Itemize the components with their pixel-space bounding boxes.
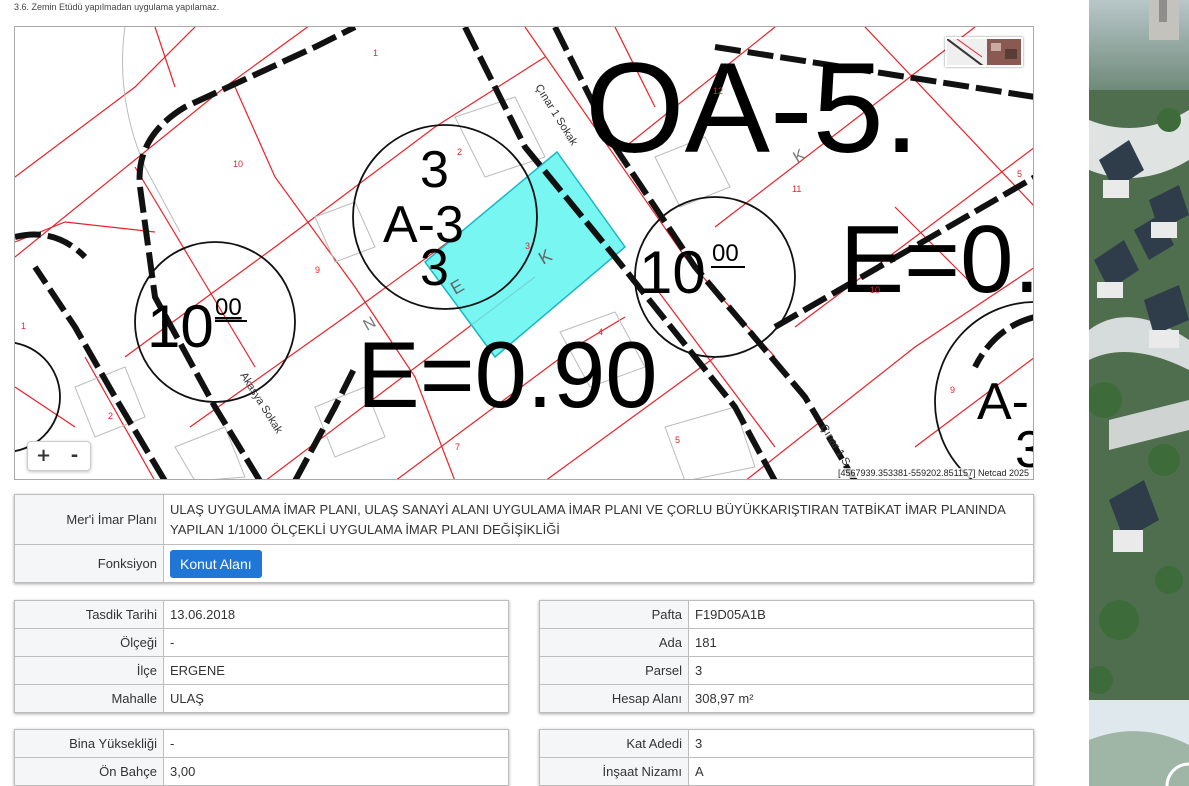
svg-text:3: 3	[525, 241, 530, 251]
street-cinar-2: Çınar 1 S	[817, 422, 852, 468]
mahalle-value: ULAŞ	[163, 684, 509, 713]
basemap-switcher-thumbnail[interactable]	[945, 37, 1023, 67]
density-label-right: E=0.	[840, 206, 1034, 313]
ada-label: Ada	[539, 628, 689, 657]
svg-text:9: 9	[315, 265, 320, 275]
kat-adedi-value: 3	[688, 729, 1034, 758]
svg-text:1: 1	[21, 321, 26, 331]
left-details-table: Tasdik Tarihi 13.06.2018 Ölçeği - İlçe ERGE…	[14, 600, 509, 713]
svg-text:1: 1	[373, 48, 378, 58]
zemin-etudu-note: 3.6. Zemin Etüdü yapılmadan uygulama yap…	[14, 2, 220, 12]
height-label-right: 10	[639, 239, 706, 306]
zoning-map[interactable]: OA-5. E=0. E=0.90 10 00 10 00 3 A-3 3 A-…	[14, 26, 1034, 480]
side-banner-image[interactable]	[1089, 0, 1189, 786]
pafta-label: Pafta	[539, 600, 689, 629]
map-canvas[interactable]: OA-5. E=0. E=0.90 10 00 10 00 3 A-3 3 A-…	[15, 27, 1034, 480]
street-cinar: Çınar 1 Sokak	[532, 82, 579, 148]
tasdik-value: 13.06.2018	[163, 600, 509, 629]
bina-yuksekligi-label: Bina Yüksekliği	[14, 729, 164, 758]
svg-text:2: 2	[108, 411, 113, 421]
zoom-out-button[interactable]: -	[59, 442, 90, 470]
svg-text:10: 10	[233, 159, 243, 169]
svg-text:7: 7	[455, 442, 460, 452]
on-bahce-label: Ön Bahçe	[14, 757, 164, 786]
svg-text:4: 4	[598, 327, 603, 337]
circle-a-top: 3	[420, 141, 449, 199]
ilce-label: İlçe	[14, 656, 164, 685]
map-coordinates: [4567939.353381-559202.851157] Netcad 20…	[835, 468, 1031, 478]
ilce-value: ERGENE	[163, 656, 509, 685]
street-akasya: Akasya Sokak	[237, 370, 284, 436]
parsel-label: Parsel	[539, 656, 689, 685]
on-bahce-value: 3,00	[163, 757, 509, 786]
imar-plan-value: ULAŞ UYGULAMA İMAR PLANI, ULAŞ SANAYİ AL…	[163, 494, 1034, 545]
ada-value: 181	[688, 628, 1034, 657]
hesap-alani-value: 308,97 m²	[688, 684, 1034, 713]
svg-text:5: 5	[1017, 169, 1022, 179]
insaat-nizami-label: İnşaat Nizamı	[539, 757, 689, 786]
svg-text:10: 10	[870, 285, 880, 295]
right-details-table: Pafta F19D05A1B Ada 181 Parsel 3 Hesap Alan…	[539, 600, 1034, 713]
zone-label-big: OA-5.	[585, 37, 919, 180]
olcek-label: Ölçeği	[14, 628, 164, 657]
function-konut-button[interactable]: Konut Alanı	[170, 549, 262, 578]
zoom-control: + -	[27, 441, 91, 471]
fonksiyon-label: Fonksiyon	[14, 544, 164, 583]
parsel-value: 3	[688, 656, 1034, 685]
svg-text:2: 2	[457, 147, 462, 157]
hesap-alani-label: Hesap Alanı	[539, 684, 689, 713]
basemap-thumbnail-icon	[947, 39, 1021, 65]
mahalle-label: Mahalle	[14, 684, 164, 713]
svg-text:5: 5	[675, 435, 680, 445]
circle-a-bot: 3	[420, 239, 449, 297]
bina-yuksekligi-value: -	[163, 729, 509, 758]
pafta-value: F19D05A1B	[688, 600, 1034, 629]
height-sup-right: 00	[712, 240, 739, 267]
density-label-main: E=0.90	[357, 322, 658, 427]
kat-adedi-label: Kat Adedi	[539, 729, 689, 758]
olcek-value: -	[163, 628, 509, 657]
right-building-table: Kat Adedi 3 İnşaat Nizamı A	[539, 729, 1034, 786]
insaat-nizami-value: A	[688, 757, 1034, 786]
svg-text:9: 9	[950, 385, 955, 395]
height-sup-left: 00	[215, 294, 242, 321]
left-building-table: Bina Yüksekliği - Ön Bahçe 3,00	[14, 729, 509, 786]
tasdik-label: Tasdik Tarihi	[14, 600, 164, 629]
zoom-in-button[interactable]: +	[28, 442, 59, 470]
svg-text:11: 11	[792, 184, 801, 194]
height-label-left: 10	[147, 293, 214, 360]
aerial-village-image	[1089, 0, 1189, 786]
svg-text:12: 12	[713, 86, 723, 96]
plan-info-table: Mer'i İmar Planı ULAŞ UYGULAMA İMAR PLAN…	[14, 494, 1034, 583]
imar-plan-label: Mer'i İmar Planı	[14, 494, 164, 545]
